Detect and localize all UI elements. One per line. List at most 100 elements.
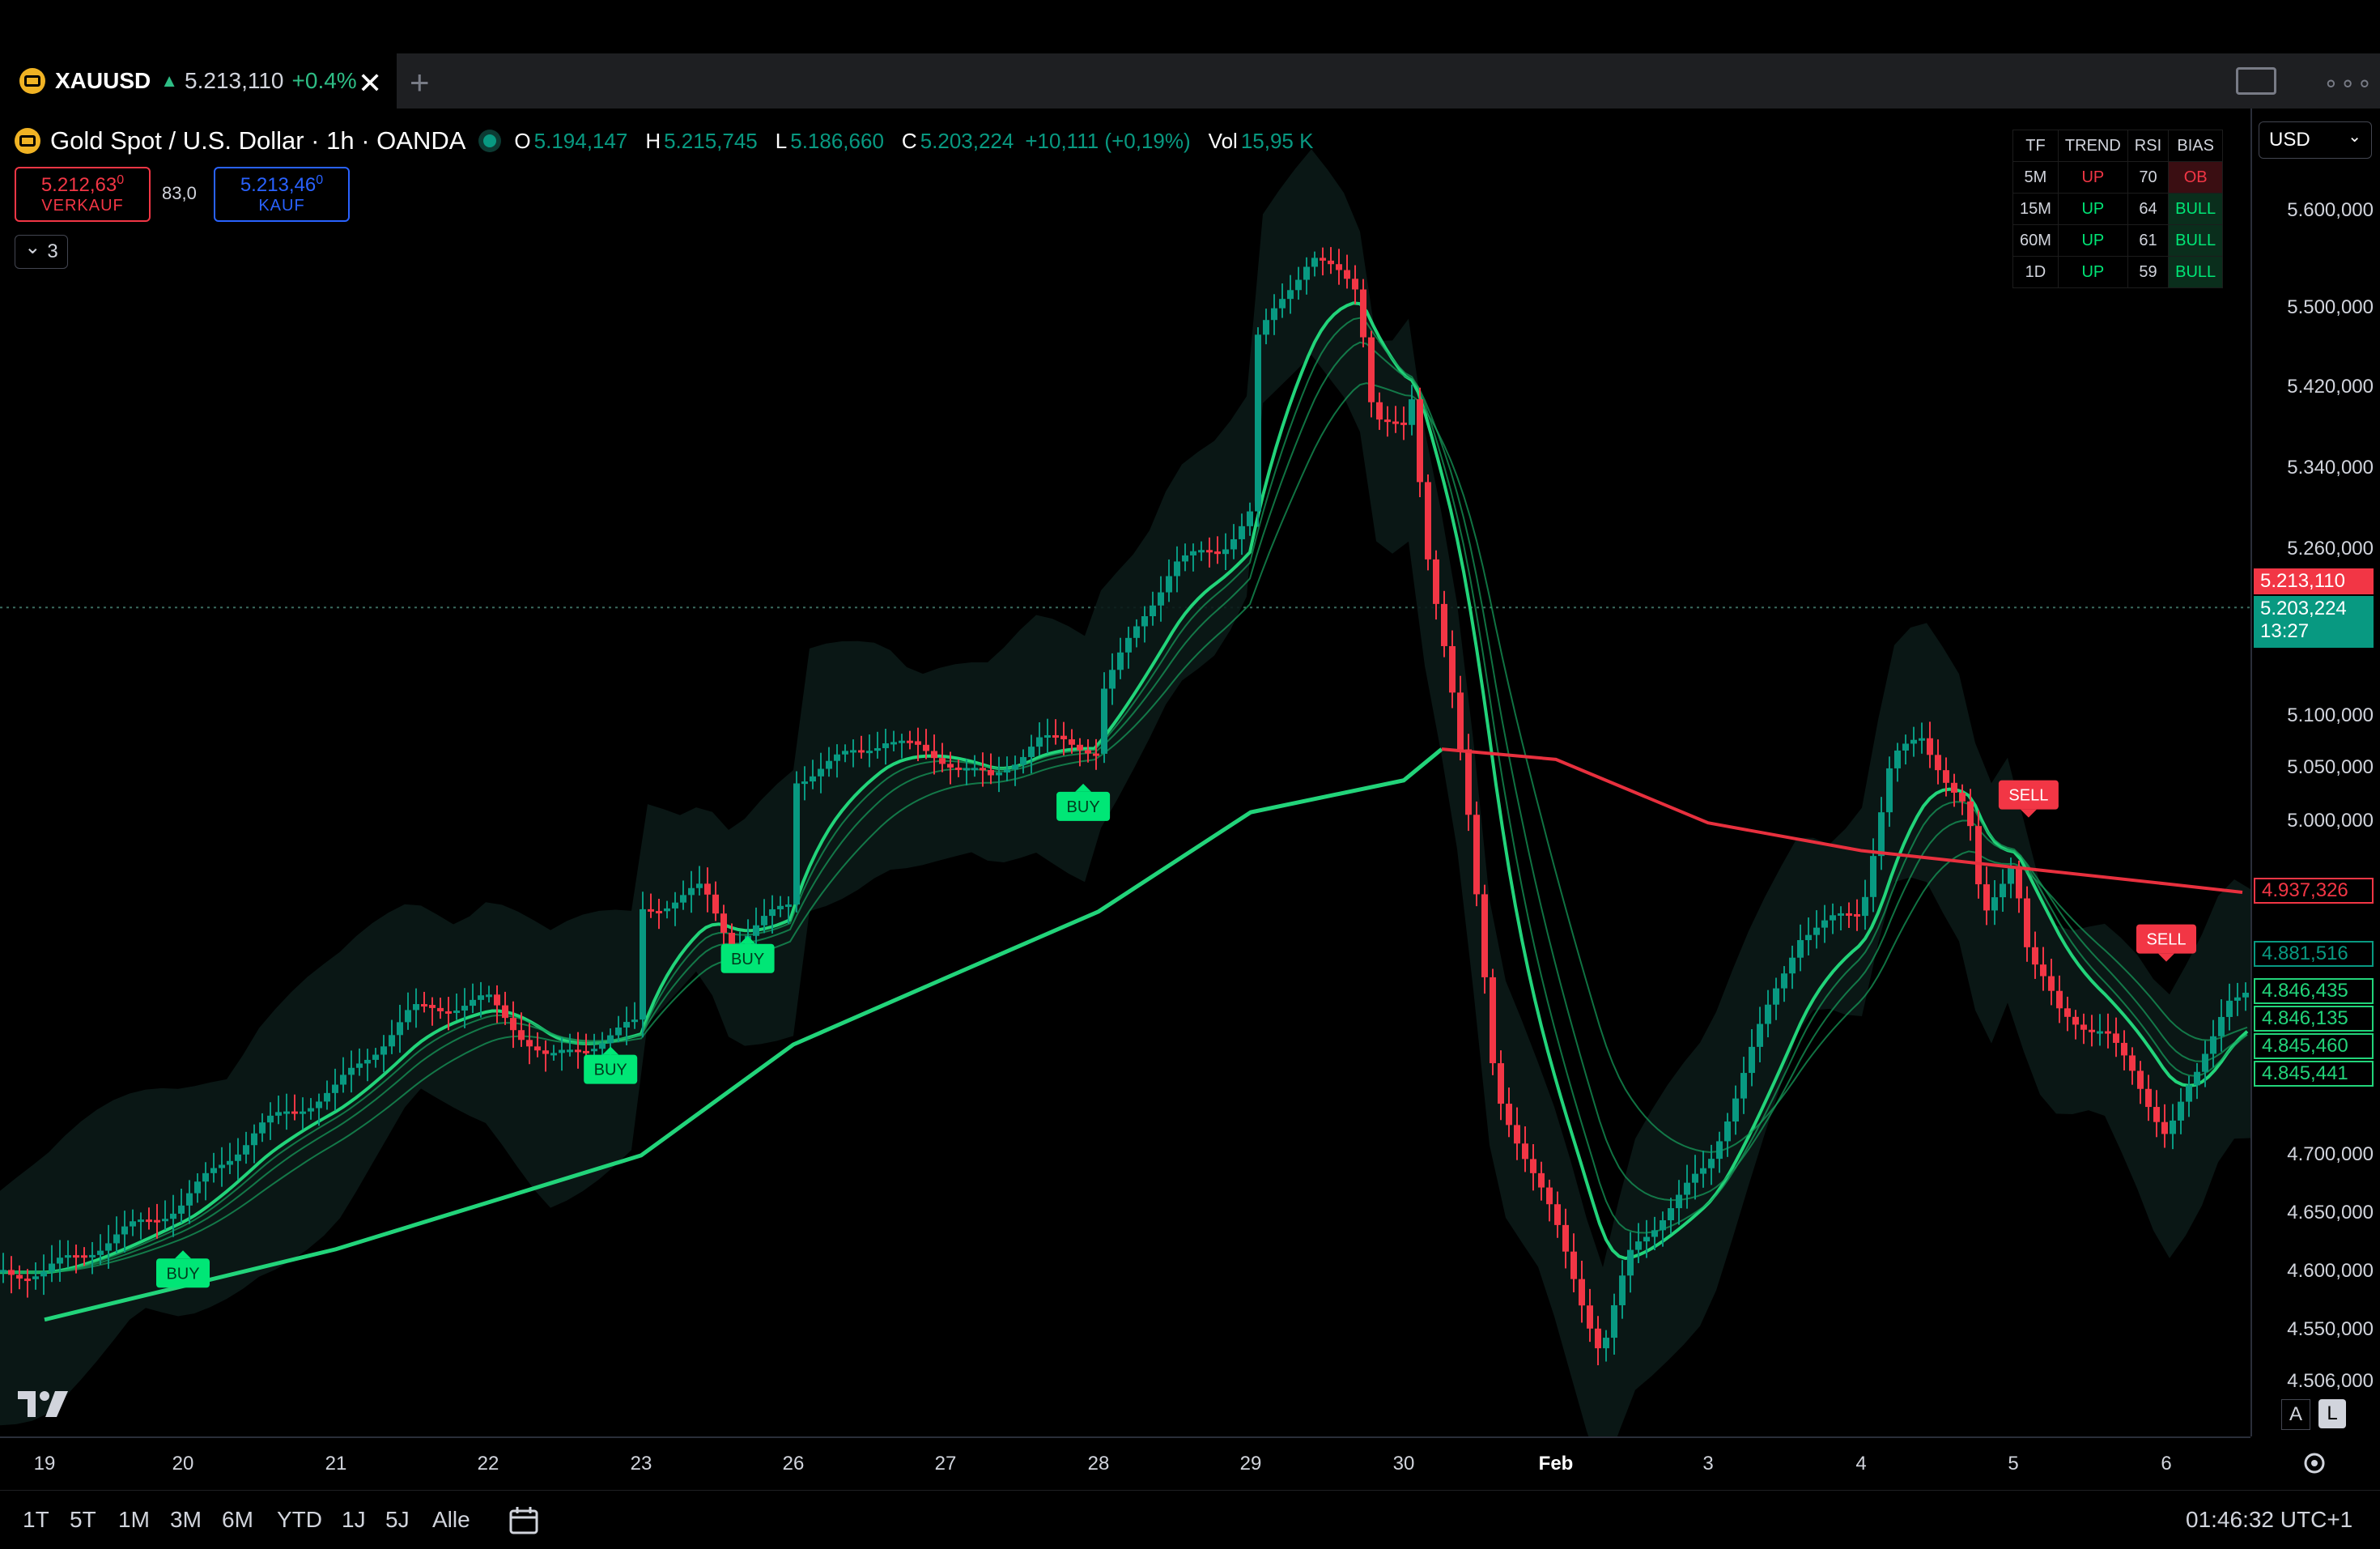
range-alle[interactable]: Alle xyxy=(432,1507,470,1533)
candle-body xyxy=(899,740,905,743)
indicators-count: 3 xyxy=(47,240,58,262)
buy-signal-label: BUY xyxy=(731,951,764,968)
candle-body xyxy=(1854,913,1860,917)
candle-body xyxy=(2226,1000,2233,1017)
candle-body xyxy=(1158,592,1164,606)
more-options-icon[interactable]: ∘∘∘ xyxy=(2323,70,2374,98)
indicators-toggle[interactable]: ⌄ 3 xyxy=(15,235,68,269)
candle-body xyxy=(2056,990,2063,1009)
calendar-range-icon[interactable] xyxy=(508,1505,541,1536)
candle-body xyxy=(1344,270,1350,279)
price-label: 4.700,000 xyxy=(2287,1143,2374,1165)
candle-body xyxy=(1692,1173,1698,1183)
auto-scale-button[interactable]: A xyxy=(2281,1399,2310,1430)
table-header-row: TF TREND RSI BIAS xyxy=(2012,130,2224,162)
candle-body xyxy=(2048,976,2055,991)
table-header: TF xyxy=(2012,130,2059,162)
candle-body xyxy=(1813,927,1820,935)
clock[interactable]: 01:46:32 UTC+1 xyxy=(2186,1507,2352,1533)
add-tab-icon[interactable]: + xyxy=(410,63,430,102)
layout-icon[interactable] xyxy=(2236,67,2276,95)
settings-icon[interactable] xyxy=(2301,1449,2328,1477)
range-6m[interactable]: 6M xyxy=(222,1507,253,1533)
candle-body xyxy=(672,902,678,909)
candle-body xyxy=(2080,1024,2087,1030)
candle-body xyxy=(1247,511,1253,526)
price-label: 5.600,000 xyxy=(2287,199,2374,221)
candle-body xyxy=(65,1255,71,1258)
candle-body xyxy=(2153,1107,2160,1122)
candle-body xyxy=(2097,1031,2103,1034)
buy-button[interactable]: 5.213,460 KAUF xyxy=(214,167,350,222)
candle-body xyxy=(947,764,954,768)
candle-body xyxy=(1150,605,1156,617)
range-1j[interactable]: 1J xyxy=(342,1507,366,1533)
candle-body xyxy=(486,994,492,998)
candle-body xyxy=(2161,1121,2168,1134)
candle-body xyxy=(1643,1236,1650,1242)
tab-xauusd[interactable]: XAUUSD ▲ 5.213,110 +0.4% xyxy=(0,53,397,109)
sell-signal-label: SELL xyxy=(2008,787,2048,805)
candle-body xyxy=(1133,626,1140,638)
candle-body xyxy=(0,1270,6,1273)
candle-body xyxy=(923,744,929,751)
candle-body xyxy=(1093,753,1099,756)
candle-body xyxy=(1668,1208,1674,1221)
candle-body xyxy=(405,1010,411,1023)
close-tab-icon[interactable]: ✕ xyxy=(358,66,382,100)
range-3m[interactable]: 3M xyxy=(170,1507,202,1533)
candle-body xyxy=(1749,1046,1755,1074)
sell-label: VERKAUF xyxy=(41,197,124,215)
rsi-cell: 61 xyxy=(2127,224,2170,257)
candle-body xyxy=(1498,1063,1504,1104)
candle-body xyxy=(1546,1187,1553,1205)
rsi-cell: 59 xyxy=(2127,256,2170,288)
candle-body xyxy=(478,995,484,1000)
candle-body xyxy=(1797,940,1804,958)
candle-body xyxy=(8,1270,15,1275)
range-ytd[interactable]: YTD xyxy=(277,1507,322,1533)
candle-body xyxy=(340,1075,346,1085)
log-scale-button[interactable]: L xyxy=(2318,1399,2346,1428)
candle-body xyxy=(1554,1204,1561,1225)
candle-body xyxy=(1044,734,1051,738)
candle-body xyxy=(2170,1120,2176,1134)
candle-body xyxy=(97,1250,104,1255)
candle-body xyxy=(1603,1338,1609,1349)
range-1m[interactable]: 1M xyxy=(118,1507,150,1533)
low-value: 5.186,660 xyxy=(790,128,884,153)
buy-signal-label: BUY xyxy=(594,1062,627,1079)
range-5j[interactable]: 5J xyxy=(385,1507,410,1533)
candle-body xyxy=(429,1005,436,1008)
candle-body xyxy=(810,776,816,782)
close-value: 5.203,224 xyxy=(920,128,1014,153)
price-chart[interactable]: BUY BUY BUY BUY SELL SELL xyxy=(0,109,2250,1436)
candle-body xyxy=(1271,308,1277,321)
price-label: 5.340,000 xyxy=(2287,457,2374,479)
candle-body xyxy=(2024,898,2030,947)
price-axis[interactable]: 5.600,000 5.500,000 5.420,000 5.340,000 … xyxy=(2250,109,2380,1436)
gold-coin-icon xyxy=(19,68,45,94)
rsi-cell: 64 xyxy=(2127,193,2170,225)
candle-body xyxy=(510,1018,516,1031)
bias-cell: OB xyxy=(2168,161,2224,194)
candle-body xyxy=(121,1226,128,1235)
candle-body xyxy=(963,768,970,771)
candle-body xyxy=(915,741,921,745)
range-5t[interactable]: 5T xyxy=(70,1507,96,1533)
candle-body xyxy=(1336,264,1342,270)
close-label: C xyxy=(901,128,917,153)
candle-body xyxy=(1255,334,1261,512)
currency-select[interactable]: USD ⌄ xyxy=(2259,121,2372,159)
range-1t[interactable]: 1T xyxy=(23,1507,49,1533)
candle-body xyxy=(162,1219,168,1222)
table-row: 1D UP 59 BULL xyxy=(2012,256,2224,288)
sell-button[interactable]: 5.212,630 VERKAUF xyxy=(15,167,151,222)
candle-body xyxy=(518,1030,525,1040)
candle-body xyxy=(599,1043,606,1049)
time-axis[interactable]: 19 20 21 22 23 26 27 28 29 30 Feb 3 4 5 … xyxy=(0,1436,2250,1492)
candle-body xyxy=(1036,737,1043,747)
candle-body xyxy=(2016,868,2022,899)
symbol-title[interactable]: Gold Spot / U.S. Dollar · 1h · OANDA xyxy=(50,126,465,155)
candle-body xyxy=(1983,884,1990,911)
